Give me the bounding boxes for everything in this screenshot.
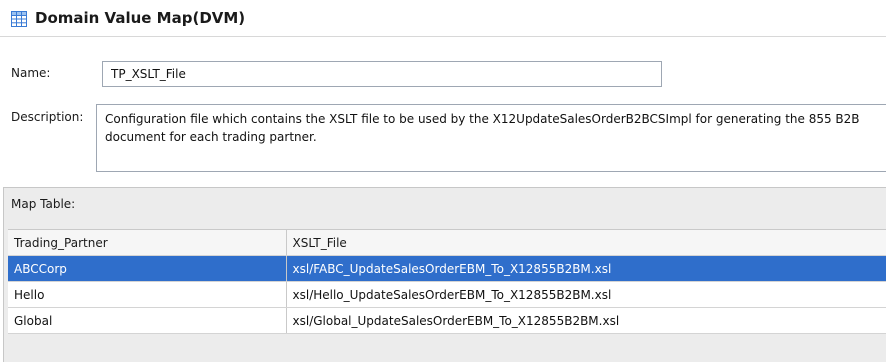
description-label: Description: (11, 110, 84, 124)
table-row[interactable]: Global xsl/Global_UpdateSalesOrderEBM_To… (8, 307, 886, 334)
dvm-editor: Domain Value Map(DVM) Name: Description:… (0, 0, 886, 362)
table-row[interactable]: ABCCorp xsl/FABC_UpdateSalesOrderEBM_To_… (8, 255, 886, 282)
name-field[interactable] (102, 61, 662, 87)
cell-xslt-file[interactable]: xsl/Global_UpdateSalesOrderEBM_To_X12855… (286, 307, 886, 334)
table-row[interactable]: Hello xsl/Hello_UpdateSalesOrderEBM_To_X… (8, 281, 886, 308)
column-header-xslt-file[interactable]: XSLT_File (286, 229, 886, 256)
cell-xslt-file[interactable]: xsl/Hello_UpdateSalesOrderEBM_To_X12855B… (286, 281, 886, 308)
table-header-row: Trading_Partner XSLT_File (8, 229, 886, 256)
map-table-label: Map Table: (11, 197, 76, 211)
header-divider (0, 36, 886, 37)
page-title: Domain Value Map(DVM) (35, 9, 246, 27)
table-grid-icon (11, 11, 27, 27)
cell-trading-partner[interactable]: Global (8, 307, 287, 334)
name-label: Name: (11, 66, 51, 80)
map-table: Trading_Partner XSLT_File ABCCorp xsl/FA… (8, 229, 886, 334)
cell-trading-partner[interactable]: ABCCorp (8, 255, 287, 282)
column-header-trading-partner[interactable]: Trading_Partner (8, 229, 287, 256)
description-field[interactable]: Configuration file which contains the XS… (96, 104, 886, 172)
editor-header: Domain Value Map(DVM) (0, 0, 886, 36)
cell-trading-partner[interactable]: Hello (8, 281, 287, 308)
cell-xslt-file[interactable]: xsl/FABC_UpdateSalesOrderEBM_To_X12855B2… (286, 255, 886, 282)
